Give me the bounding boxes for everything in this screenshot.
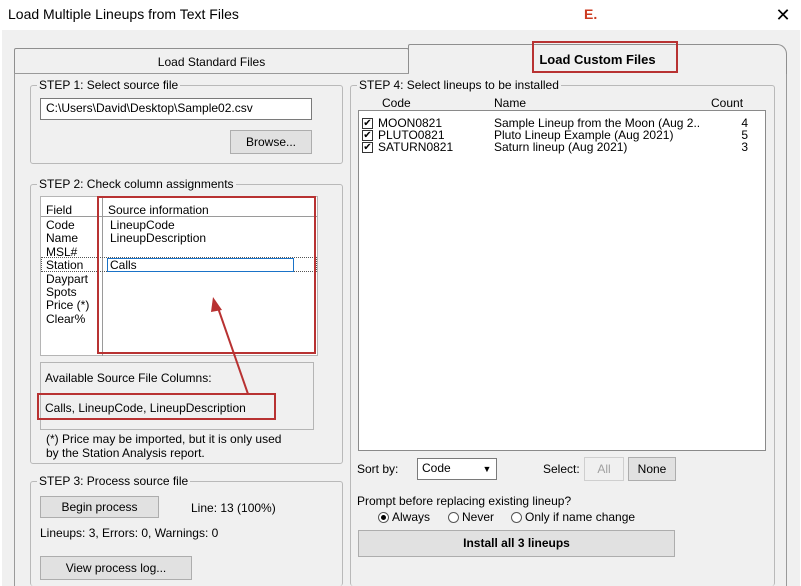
lineup-row[interactable]: ✔ SATURN0821 Saturn lineup (Aug 2021) 3 [362, 140, 762, 154]
annotation-box-tab [532, 41, 678, 73]
view-process-log-button[interactable]: View process log... [40, 556, 192, 580]
prompt-radio-always[interactable]: Always [378, 510, 430, 524]
select-all-button[interactable]: All [584, 457, 624, 481]
browse-button[interactable]: Browse... [230, 130, 312, 154]
lineup-count: 3 [741, 140, 748, 154]
process-summary: Lineups: 3, Errors: 0, Warnings: 0 [40, 526, 219, 540]
step2-legend: STEP 2: Check column assignments [39, 177, 234, 191]
window-title: Load Multiple Lineups from Text Files [8, 6, 239, 22]
available-columns-label: Available Source File Columns: [45, 371, 212, 385]
sort-by-value: Code [422, 461, 451, 475]
prompt-radio-never[interactable]: Never [448, 510, 494, 524]
close-icon[interactable]: ✕ [771, 3, 795, 27]
radio-never-label: Never [462, 510, 495, 524]
grid-field-cell: Name [46, 231, 79, 245]
tab-load-standard-files[interactable]: Load Standard Files [14, 48, 409, 74]
annotation-marker: E. [584, 6, 598, 22]
annotation-box-source [97, 196, 316, 354]
grid-field-cell: Clear% [46, 312, 86, 326]
lineups-list[interactable] [358, 110, 766, 451]
radio-always-icon[interactable] [378, 512, 389, 524]
sort-by-select[interactable]: Code ▼ [417, 458, 497, 480]
lineups-header-count: Count [711, 96, 744, 110]
lineup-checkbox[interactable]: ✔ [362, 142, 373, 154]
step1-legend: STEP 1: Select source file [39, 78, 179, 92]
lineup-code: SATURN0821 [378, 140, 454, 154]
prompt-radio-name-change[interactable]: Only if name change [511, 510, 635, 524]
step3-legend: STEP 3: Process source file [39, 474, 189, 488]
source-file-path-input[interactable]: C:\Users\David\Desktop\Sample02.csv [40, 98, 312, 120]
prompt-label: Prompt before replacing existing lineup? [357, 494, 572, 508]
begin-process-button[interactable]: Begin process [40, 496, 159, 518]
grid-field-cell: Price (*) [46, 298, 90, 312]
grid-header-field: Field [46, 203, 73, 217]
sort-by-label: Sort by: [357, 462, 399, 476]
radio-name-change-label: Only if name change [525, 510, 636, 524]
lineup-name: Saturn lineup (Aug 2021) [494, 140, 628, 154]
lineups-header-code: Code [382, 96, 411, 110]
radio-name-change-icon[interactable] [511, 512, 522, 524]
chevron-down-icon[interactable]: ▼ [479, 460, 495, 478]
lineups-header-name: Name [494, 96, 527, 110]
radio-never-icon[interactable] [448, 512, 459, 524]
price-note: (*) Price may be imported, but it is onl… [46, 432, 282, 460]
install-lineups-button[interactable]: Install all 3 lineups [358, 530, 675, 557]
select-label: Select: [543, 462, 580, 476]
line-status: Line: 13 (100%) [191, 501, 276, 515]
select-none-button[interactable]: None [628, 457, 676, 481]
radio-always-label: Always [392, 510, 431, 524]
step4-legend: STEP 4: Select lineups to be installed [359, 78, 559, 92]
annotation-box-columns [37, 393, 276, 420]
